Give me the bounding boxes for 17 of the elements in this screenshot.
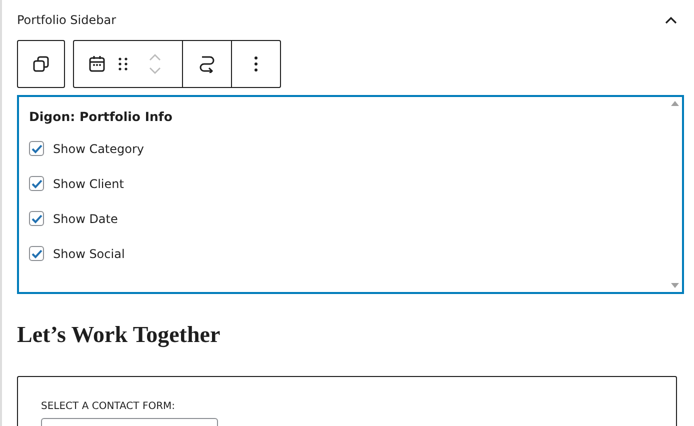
checkbox[interactable]: [29, 176, 44, 191]
option-label: Show Date: [53, 212, 118, 226]
scroll-up-icon[interactable]: [671, 101, 679, 106]
panel-title: Portfolio Sidebar: [17, 13, 116, 27]
checkbox[interactable]: [29, 141, 44, 156]
option-label: Show Category: [53, 142, 144, 156]
widget-title: Digon: Portfolio Info: [29, 109, 174, 124]
section-heading: Let’s Work Together: [17, 322, 222, 350]
checkbox[interactable]: [29, 211, 44, 226]
form-label: SELECT A CONTACT FORM:: [41, 401, 176, 412]
chevron-up-icon[interactable]: [664, 15, 678, 25]
scroll-down-icon[interactable]: [671, 283, 679, 288]
option-label: Show Social: [53, 246, 125, 260]
calendar-icon[interactable]: [88, 55, 106, 73]
option-label: Show Client: [53, 176, 124, 190]
drag-handle-icon[interactable]: [118, 56, 128, 72]
checkbox[interactable]: [29, 246, 44, 261]
